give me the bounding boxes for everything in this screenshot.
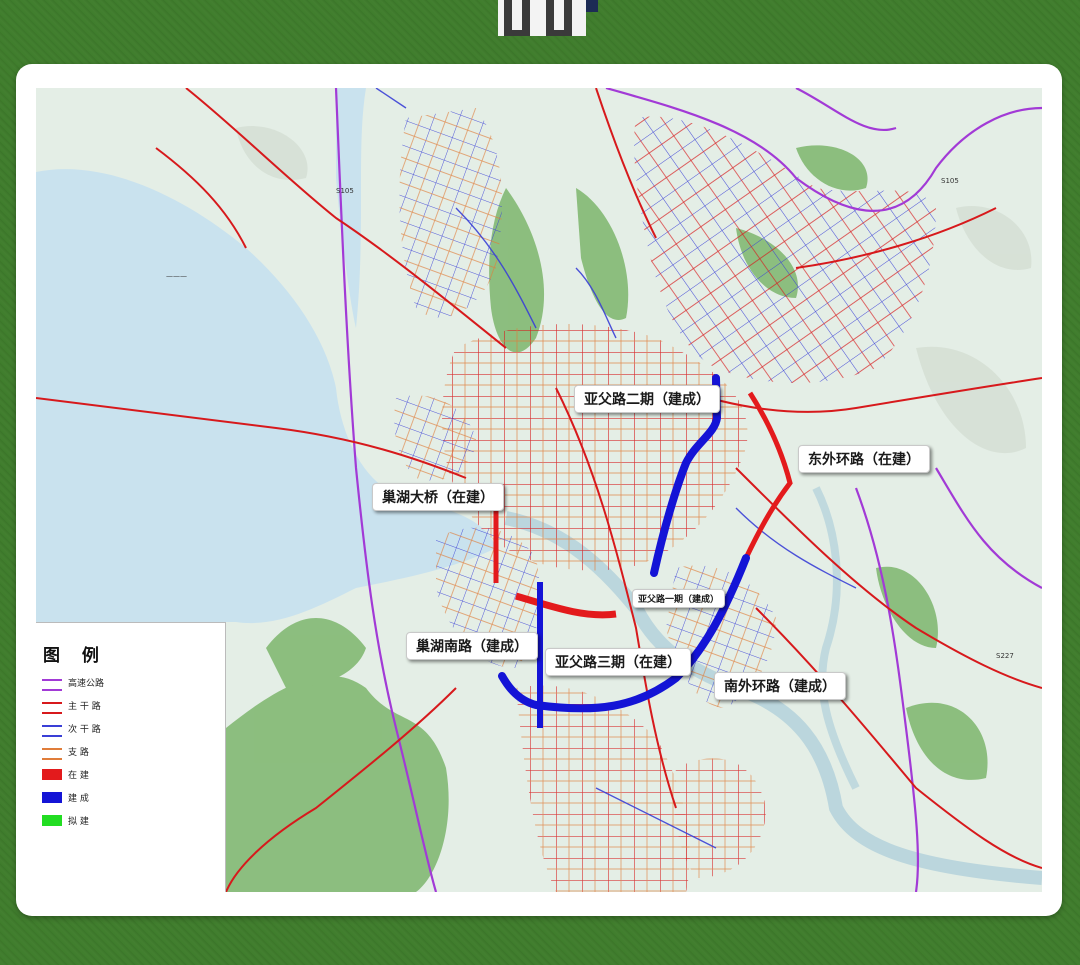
legend-swatch	[42, 748, 62, 760]
callout-chaohu-bridge: 巢湖大桥（在建）	[372, 483, 504, 511]
svg-text:S105: S105	[941, 177, 959, 185]
callout-yafu-road-phase1: 亚父路一期（建成）	[632, 589, 726, 608]
legend-swatch	[42, 702, 62, 714]
callout-yafu-road-phase3: 亚父路三期（在建）	[545, 648, 691, 676]
svg-text:———: ———	[166, 272, 187, 280]
legend-swatch	[42, 769, 62, 780]
svg-text:S105: S105	[336, 187, 354, 195]
legend-swatch	[42, 679, 62, 691]
tab-segment	[546, 0, 572, 36]
top-tab-decoration	[498, 0, 598, 36]
legend-title: 图 例	[43, 646, 107, 666]
legend-label: 支 路	[68, 748, 89, 758]
map-card: ——— S105 S105 S227 亚父路二期（建成） 东外环路（在建） 巢湖…	[16, 64, 1062, 916]
legend-label: 在 建	[68, 771, 89, 781]
legend-swatch	[42, 815, 62, 826]
legend-label: 主 干 路	[68, 702, 101, 712]
legend-label: 高速公路	[68, 679, 105, 689]
legend-label: 拟 建	[68, 817, 89, 827]
map-legend: 图 例 高速公路 主 干 路 次 干 路 支 路 在 建 建 成 拟 建	[36, 622, 226, 892]
road-map: ——— S105 S105 S227 亚父路二期（建成） 东外环路（在建） 巢湖…	[36, 88, 1042, 892]
callout-chaohu-south-road: 巢湖南路（建成）	[406, 632, 538, 660]
svg-text:S227: S227	[996, 652, 1014, 660]
callout-east-outer-ring: 东外环路（在建）	[798, 445, 930, 473]
callout-south-outer-ring: 南外环路（建成）	[714, 672, 846, 700]
tab-segment	[504, 0, 530, 36]
legend-swatch	[42, 725, 62, 737]
legend-label: 次 干 路	[68, 725, 101, 735]
tab-corner-mark	[586, 0, 598, 12]
urban-grid-north	[399, 108, 502, 318]
legend-swatch	[42, 792, 62, 803]
legend-label: 建 成	[68, 794, 89, 804]
callout-yafu-road-phase2: 亚父路二期（建成）	[574, 385, 720, 413]
